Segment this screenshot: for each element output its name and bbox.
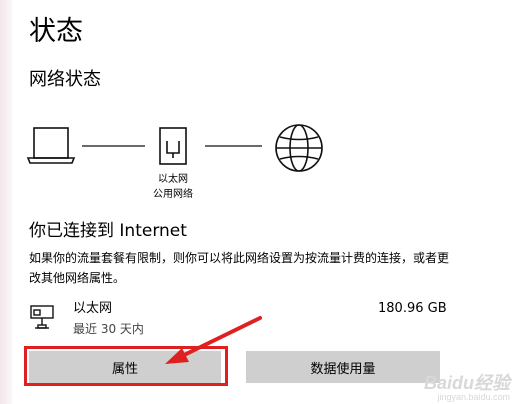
section-title: 网络状态: [29, 69, 101, 90]
adapter-label-type: 以太网: [158, 174, 188, 185]
adapter-period: 最近 30 天内: [73, 322, 144, 336]
watermark-site: jingyan.baidu.com: [437, 392, 510, 402]
adapter-name: 以太网: [73, 301, 113, 316]
connection-status: 你已连接到 Internet: [29, 221, 187, 241]
adapter-usage: 180.96 GB: [378, 301, 447, 316]
connection-description: 如果你的流量套餐有限制，则你可以将此网络设置为按流量计费的连接，或者更改其他网络…: [29, 251, 450, 285]
globe-icon: [275, 124, 323, 172]
watermark: Baidu经验 jingyan.baidu.com: [424, 374, 510, 402]
ethernet-icon: [159, 127, 187, 165]
adapter-label-network: 公用网络: [153, 189, 193, 200]
annotation-arrow: [165, 316, 262, 364]
watermark-brand: Baidu经验: [423, 373, 510, 393]
properties-button[interactable]: 属性: [29, 351, 221, 383]
adapter-icon: [30, 305, 54, 329]
window-edge: [0, 0, 12, 404]
page-title: 状态: [29, 16, 83, 47]
data-usage-button[interactable]: 数据使用量: [246, 351, 440, 383]
laptop-icon: [26, 127, 76, 164]
